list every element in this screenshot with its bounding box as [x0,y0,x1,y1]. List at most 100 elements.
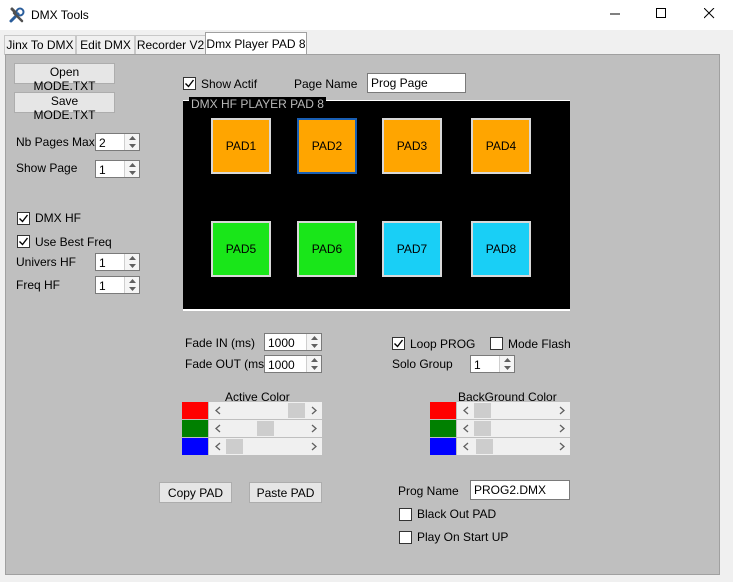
spin-buttons[interactable] [124,254,139,270]
background-red-scrollbar[interactable] [457,402,570,419]
active-red-scrollbar[interactable] [209,402,322,419]
spin-up-icon[interactable] [500,356,514,364]
spin-up-icon[interactable] [307,356,321,364]
spin-down-icon[interactable] [125,142,139,150]
spin-down-icon[interactable] [125,262,139,270]
scroll-thumb[interactable] [226,439,243,454]
spin-buttons[interactable] [124,161,139,177]
spin-down-icon[interactable] [125,285,139,293]
fade-out-label: Fade OUT (ms) [185,357,269,371]
tab-jinx-to-dmx[interactable]: Jinx To DMX [4,35,76,55]
copy-pad-button[interactable]: Copy PAD [159,482,232,503]
freq-hf-value: 1 [99,279,106,293]
scroll-thumb[interactable] [476,439,493,454]
checkmark-icon [19,214,29,223]
loop-prog-checkbox[interactable] [392,337,405,350]
page-name-input[interactable]: Prog Page [367,73,466,93]
show-page-stepper[interactable]: 1 [95,160,140,178]
spin-up-icon[interactable] [307,334,321,342]
fade-out-stepper[interactable]: 1000 [264,355,322,373]
scroll-thumb[interactable] [474,403,491,418]
spin-buttons[interactable] [124,277,139,293]
app-window: DMX Tools Jinx To DMX Edit DMX Recorder … [0,0,733,582]
scroll-right-icon[interactable] [305,402,322,419]
scroll-left-icon[interactable] [209,420,226,437]
fade-out-value: 1000 [268,358,295,372]
dmx-hf-label: DMX HF [35,211,81,225]
spin-up-icon[interactable] [125,277,139,285]
close-button[interactable] [686,0,732,30]
scroll-left-icon[interactable] [457,420,474,437]
checkmark-icon [19,237,29,246]
prog-name-input[interactable]: PROG2.DMX [470,480,570,500]
solo-group-stepper[interactable]: 1 [470,355,515,373]
spin-down-icon[interactable] [307,364,321,372]
spin-up-icon[interactable] [125,161,139,169]
mode-flash-checkbox[interactable] [490,337,503,350]
univers-hf-stepper[interactable]: 1 [95,253,140,271]
nb-pages-stepper[interactable]: 2 [95,133,140,151]
scroll-left-icon[interactable] [209,438,226,455]
pad-5-button[interactable]: PAD5 [211,221,271,277]
freq-hf-label: Freq HF [16,278,61,292]
show-actif-checkbox[interactable] [183,77,196,90]
scroll-left-icon[interactable] [457,402,474,419]
solo-group-label: Solo Group [392,357,453,371]
background-green-scrollbar[interactable] [457,420,570,437]
pad-7-button[interactable]: PAD7 [382,221,442,277]
pad-1-button[interactable]: PAD1 [211,118,271,174]
paste-pad-button[interactable]: Paste PAD [249,482,322,503]
spin-buttons[interactable] [499,356,514,372]
group-border [183,309,570,311]
show-page-label: Show Page [16,161,78,175]
fade-in-stepper[interactable]: 1000 [264,333,322,351]
tab-edit-dmx[interactable]: Edit DMX [76,35,135,55]
tab-dmx-player-pad-8[interactable]: Dmx Player PAD 8 [205,32,307,55]
active-green-scrollbar[interactable] [209,420,322,437]
background-blue-scrollbar[interactable] [457,438,570,455]
save-mode-button[interactable]: Save MODE.TXT [14,92,115,122]
pad-2-button[interactable]: PAD2 [297,118,357,174]
spin-down-icon[interactable] [307,342,321,350]
tab-strip: Jinx To DMX Edit DMX Recorder V2 Dmx Pla… [0,32,733,55]
scroll-right-icon[interactable] [553,420,570,437]
dmx-hf-checkbox[interactable] [17,212,30,225]
pad-8-button[interactable]: PAD8 [471,221,531,277]
open-mode-button[interactable]: Open MODE.TXT [14,63,115,93]
scroll-right-icon[interactable] [305,438,322,455]
play-on-start-checkbox[interactable] [399,531,412,544]
window-title: DMX Tools [31,8,89,22]
univers-hf-label: Univers HF [16,255,77,269]
scroll-left-icon[interactable] [209,402,226,419]
spin-buttons[interactable] [306,356,321,372]
spin-buttons[interactable] [124,134,139,150]
spin-up-icon[interactable] [125,134,139,142]
scroll-left-icon[interactable] [457,438,474,455]
active-blue-scrollbar[interactable] [209,438,322,455]
title-bar[interactable]: DMX Tools [0,0,733,30]
spin-down-icon[interactable] [125,169,139,177]
pad-3-button[interactable]: PAD3 [382,118,442,174]
tab-recorder-v2[interactable]: Recorder V2 [135,35,206,55]
scroll-thumb[interactable] [257,421,274,436]
close-icon [703,7,715,22]
pad-4-button[interactable]: PAD4 [471,118,531,174]
spin-down-icon[interactable] [500,364,514,372]
spin-buttons[interactable] [306,334,321,350]
black-out-pad-checkbox[interactable] [399,508,412,521]
solo-group-value: 1 [474,358,481,372]
scroll-thumb[interactable] [474,421,491,436]
minimize-button[interactable] [592,0,638,30]
scroll-thumb[interactable] [288,403,305,418]
maximize-icon [655,8,667,22]
use-best-freq-checkbox[interactable] [17,235,30,248]
minimize-icon [609,8,621,22]
scroll-right-icon[interactable] [305,420,322,437]
scroll-right-icon[interactable] [553,438,570,455]
scroll-right-icon[interactable] [553,402,570,419]
spin-up-icon[interactable] [125,254,139,262]
pad-6-button[interactable]: PAD6 [297,221,357,277]
freq-hf-stepper[interactable]: 1 [95,276,140,294]
green-swatch [430,420,456,437]
maximize-button[interactable] [638,0,684,30]
